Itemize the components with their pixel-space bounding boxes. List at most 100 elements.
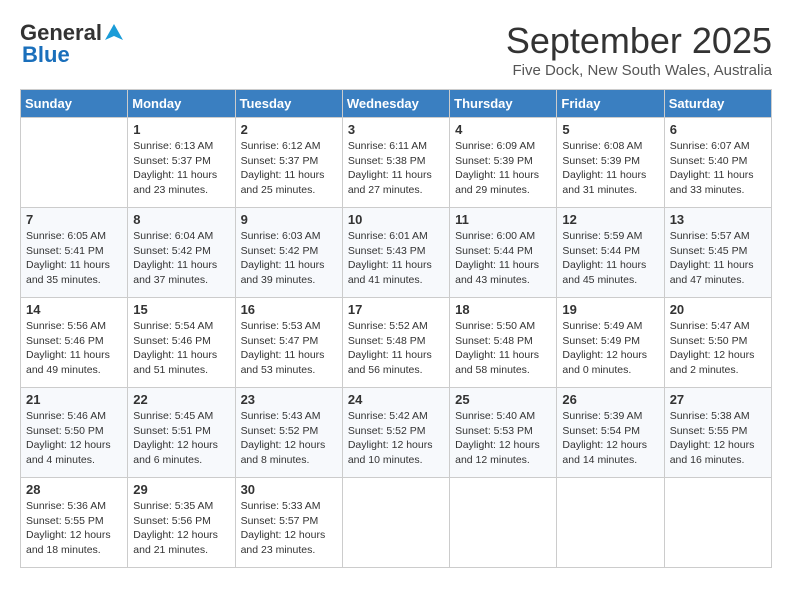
header-sunday: Sunday [21, 90, 128, 118]
header-row: SundayMondayTuesdayWednesdayThursdayFrid… [21, 90, 772, 118]
day-cell: 24 Sunrise: 5:42 AM Sunset: 5:52 PM Dayli… [342, 388, 449, 478]
day-number: 20 [670, 302, 766, 317]
week-row-2: 7 Sunrise: 6:05 AM Sunset: 5:41 PM Daylig… [21, 208, 772, 298]
day-number: 11 [455, 212, 551, 227]
day-number: 25 [455, 392, 551, 407]
day-cell: 1 Sunrise: 6:13 AM Sunset: 5:37 PM Daylig… [128, 118, 235, 208]
day-number: 7 [26, 212, 122, 227]
day-info: Sunrise: 5:39 AM Sunset: 5:54 PM Dayligh… [562, 409, 658, 468]
header-thursday: Thursday [450, 90, 557, 118]
day-info: Sunrise: 5:49 AM Sunset: 5:49 PM Dayligh… [562, 319, 658, 378]
day-number: 24 [348, 392, 444, 407]
day-cell: 6 Sunrise: 6:07 AM Sunset: 5:40 PM Daylig… [664, 118, 771, 208]
day-cell: 18Sunrise: 5:50 AM Sunset: 5:48 PM Dayli… [450, 298, 557, 388]
day-number: 26 [562, 392, 658, 407]
day-info: Sunrise: 6:11 AM Sunset: 5:38 PM Dayligh… [348, 139, 444, 198]
day-cell: 9 Sunrise: 6:03 AM Sunset: 5:42 PM Daylig… [235, 208, 342, 298]
day-number: 5 [562, 122, 658, 137]
day-number: 1 [133, 122, 229, 137]
day-info: Sunrise: 6:04 AM Sunset: 5:42 PM Dayligh… [133, 229, 229, 288]
day-cell: 29Sunrise: 5:35 AM Sunset: 5:56 PM Dayli… [128, 478, 235, 568]
day-cell [21, 118, 128, 208]
day-info: Sunrise: 6:05 AM Sunset: 5:41 PM Dayligh… [26, 229, 122, 288]
day-number: 29 [133, 482, 229, 497]
day-info: Sunrise: 6:08 AM Sunset: 5:39 PM Dayligh… [562, 139, 658, 198]
day-info: Sunrise: 5:38 AM Sunset: 5:55 PM Dayligh… [670, 409, 766, 468]
week-row-3: 14Sunrise: 5:56 AM Sunset: 5:46 PM Dayli… [21, 298, 772, 388]
day-number: 16 [241, 302, 337, 317]
day-cell: 19 Sunrise: 5:49 AM Sunset: 5:49 PM Dayli… [557, 298, 664, 388]
day-cell [342, 478, 449, 568]
day-cell: 28Sunrise: 5:36 AM Sunset: 5:55 PM Dayli… [21, 478, 128, 568]
day-cell: 14Sunrise: 5:56 AM Sunset: 5:46 PM Dayli… [21, 298, 128, 388]
month-title: September 2025 [506, 20, 772, 62]
day-cell: 5 Sunrise: 6:08 AM Sunset: 5:39 PM Daylig… [557, 118, 664, 208]
day-info: Sunrise: 5:40 AM Sunset: 5:53 PM Dayligh… [455, 409, 551, 468]
week-row-1: 1 Sunrise: 6:13 AM Sunset: 5:37 PM Daylig… [21, 118, 772, 208]
title-section: September 2025 Five Dock, New South Wale… [506, 20, 772, 79]
page-header: General Blue September 2025 Five Dock, N… [20, 20, 772, 79]
day-cell: 7 Sunrise: 6:05 AM Sunset: 5:41 PM Daylig… [21, 208, 128, 298]
day-cell: 23Sunrise: 5:43 AM Sunset: 5:52 PM Dayli… [235, 388, 342, 478]
day-cell: 20 Sunrise: 5:47 AM Sunset: 5:50 PM Dayli… [664, 298, 771, 388]
day-cell: 2Sunrise: 6:12 AM Sunset: 5:37 PM Daylig… [235, 118, 342, 208]
day-cell [664, 478, 771, 568]
day-number: 10 [348, 212, 444, 227]
day-cell: 3 Sunrise: 6:11 AM Sunset: 5:38 PM Daylig… [342, 118, 449, 208]
day-info: Sunrise: 6:01 AM Sunset: 5:43 PM Dayligh… [348, 229, 444, 288]
day-number: 19 [562, 302, 658, 317]
day-cell: 26 Sunrise: 5:39 AM Sunset: 5:54 PM Dayli… [557, 388, 664, 478]
day-number: 13 [670, 212, 766, 227]
day-number: 30 [241, 482, 337, 497]
day-cell: 11 Sunrise: 6:00 AM Sunset: 5:44 PM Dayli… [450, 208, 557, 298]
day-number: 12 [562, 212, 658, 227]
calendar-table: SundayMondayTuesdayWednesdayThursdayFrid… [20, 89, 772, 568]
day-cell: 13Sunrise: 5:57 AM Sunset: 5:45 PM Dayli… [664, 208, 771, 298]
day-cell: 10 Sunrise: 6:01 AM Sunset: 5:43 PM Dayli… [342, 208, 449, 298]
day-number: 27 [670, 392, 766, 407]
day-info: Sunrise: 6:03 AM Sunset: 5:42 PM Dayligh… [241, 229, 337, 288]
day-info: Sunrise: 6:00 AM Sunset: 5:44 PM Dayligh… [455, 229, 551, 288]
day-info: Sunrise: 6:13 AM Sunset: 5:37 PM Dayligh… [133, 139, 229, 198]
day-cell: 17 Sunrise: 5:52 AM Sunset: 5:48 PM Dayli… [342, 298, 449, 388]
day-number: 17 [348, 302, 444, 317]
location: Five Dock, New South Wales, Australia [506, 62, 772, 79]
logo: General Blue [20, 20, 126, 68]
day-info: Sunrise: 5:33 AM Sunset: 5:57 PM Dayligh… [241, 499, 337, 558]
week-row-5: 28Sunrise: 5:36 AM Sunset: 5:55 PM Dayli… [21, 478, 772, 568]
day-info: Sunrise: 5:47 AM Sunset: 5:50 PM Dayligh… [670, 319, 766, 378]
day-number: 22 [133, 392, 229, 407]
day-number: 3 [348, 122, 444, 137]
day-info: Sunrise: 6:09 AM Sunset: 5:39 PM Dayligh… [455, 139, 551, 198]
day-cell: 27 Sunrise: 5:38 AM Sunset: 5:55 PM Dayli… [664, 388, 771, 478]
day-cell: 12 Sunrise: 5:59 AM Sunset: 5:44 PM Dayli… [557, 208, 664, 298]
day-info: Sunrise: 5:45 AM Sunset: 5:51 PM Dayligh… [133, 409, 229, 468]
day-info: Sunrise: 5:36 AM Sunset: 5:55 PM Dayligh… [26, 499, 122, 558]
day-number: 15 [133, 302, 229, 317]
day-cell: 4 Sunrise: 6:09 AM Sunset: 5:39 PM Daylig… [450, 118, 557, 208]
day-info: Sunrise: 5:56 AM Sunset: 5:46 PM Dayligh… [26, 319, 122, 378]
day-cell [450, 478, 557, 568]
day-info: Sunrise: 6:07 AM Sunset: 5:40 PM Dayligh… [670, 139, 766, 198]
header-friday: Friday [557, 90, 664, 118]
header-tuesday: Tuesday [235, 90, 342, 118]
header-monday: Monday [128, 90, 235, 118]
day-cell: 15 Sunrise: 5:54 AM Sunset: 5:46 PM Dayli… [128, 298, 235, 388]
day-number: 9 [241, 212, 337, 227]
day-info: Sunrise: 5:59 AM Sunset: 5:44 PM Dayligh… [562, 229, 658, 288]
header-saturday: Saturday [664, 90, 771, 118]
day-number: 21 [26, 392, 122, 407]
day-cell [557, 478, 664, 568]
day-number: 23 [241, 392, 337, 407]
day-cell: 8Sunrise: 6:04 AM Sunset: 5:42 PM Daylig… [128, 208, 235, 298]
day-info: Sunrise: 5:54 AM Sunset: 5:46 PM Dayligh… [133, 319, 229, 378]
day-info: Sunrise: 5:42 AM Sunset: 5:52 PM Dayligh… [348, 409, 444, 468]
header-wednesday: Wednesday [342, 90, 449, 118]
day-number: 4 [455, 122, 551, 137]
day-number: 6 [670, 122, 766, 137]
day-number: 2 [241, 122, 337, 137]
day-cell: 21Sunrise: 5:46 AM Sunset: 5:50 PM Dayli… [21, 388, 128, 478]
day-cell: 30 Sunrise: 5:33 AM Sunset: 5:57 PM Dayli… [235, 478, 342, 568]
day-info: Sunrise: 5:50 AM Sunset: 5:48 PM Dayligh… [455, 319, 551, 378]
day-info: Sunrise: 5:52 AM Sunset: 5:48 PM Dayligh… [348, 319, 444, 378]
